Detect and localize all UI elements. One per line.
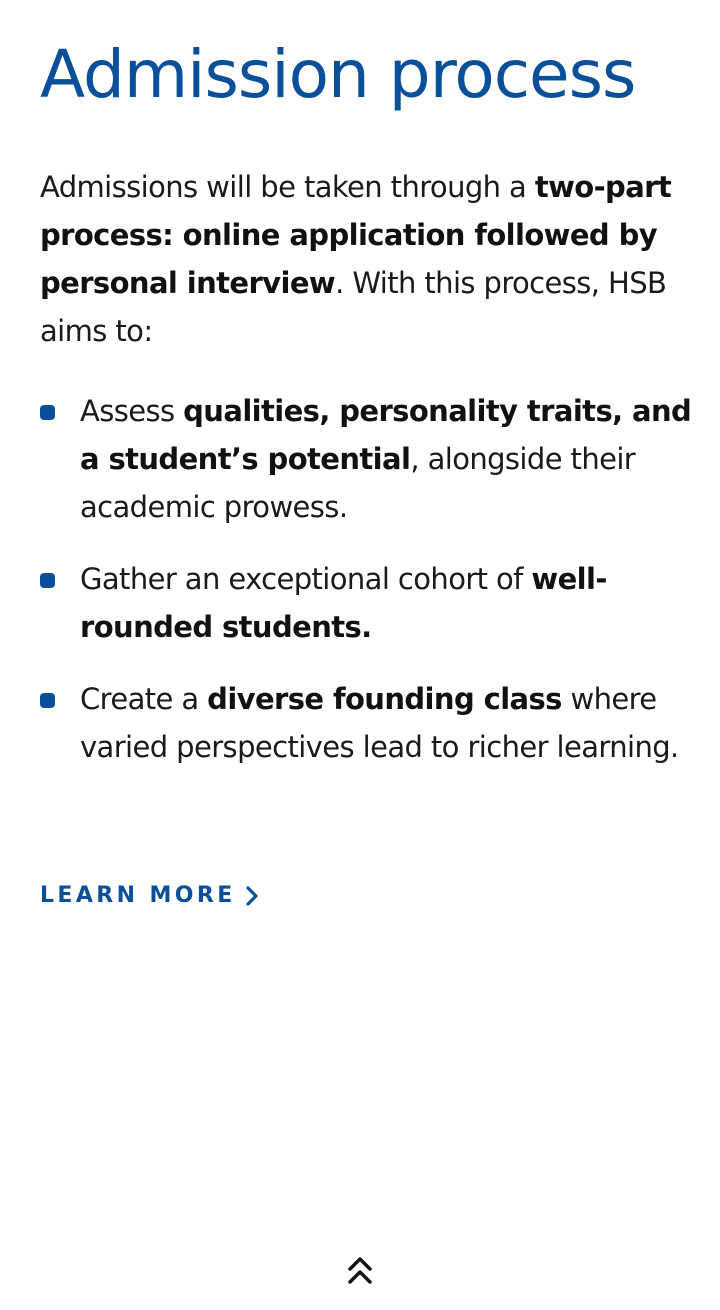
chevron-right-icon (246, 885, 258, 906)
scroll-to-top-button[interactable] (344, 1252, 376, 1288)
list-item: Create a diverse founding class where va… (40, 675, 700, 771)
learn-more-link[interactable]: LEARN MORE (40, 883, 260, 908)
aims-list: Assess qualities, personality traits, an… (40, 387, 700, 795)
list-item-text: Create a diverse founding class where va… (80, 675, 700, 771)
learn-more-label: LEARN MORE (40, 883, 236, 908)
square-bullet-icon (40, 693, 55, 708)
list-item: Assess qualities, personality traits, an… (40, 387, 700, 531)
page-title: Admission process (40, 36, 636, 113)
double-chevron-up-icon (348, 1257, 372, 1284)
list-item-text-start: Assess (80, 394, 184, 428)
list-item-text: Assess qualities, personality traits, an… (80, 387, 700, 531)
list-item-text-start: Gather an exceptional cohort of (80, 562, 532, 596)
list-item-text-bold: diverse founding class (207, 682, 562, 716)
list-item: Gather an exceptional cohort of well-rou… (40, 555, 700, 651)
list-item-text-start: Create a (80, 682, 208, 716)
square-bullet-icon (40, 405, 55, 420)
list-item-text: Gather an exceptional cohort of well-rou… (80, 555, 700, 651)
square-bullet-icon (40, 573, 55, 588)
intro-text-start: Admissions will be taken through a (40, 170, 535, 204)
intro-paragraph: Admissions will be taken through a two-p… (40, 163, 700, 355)
